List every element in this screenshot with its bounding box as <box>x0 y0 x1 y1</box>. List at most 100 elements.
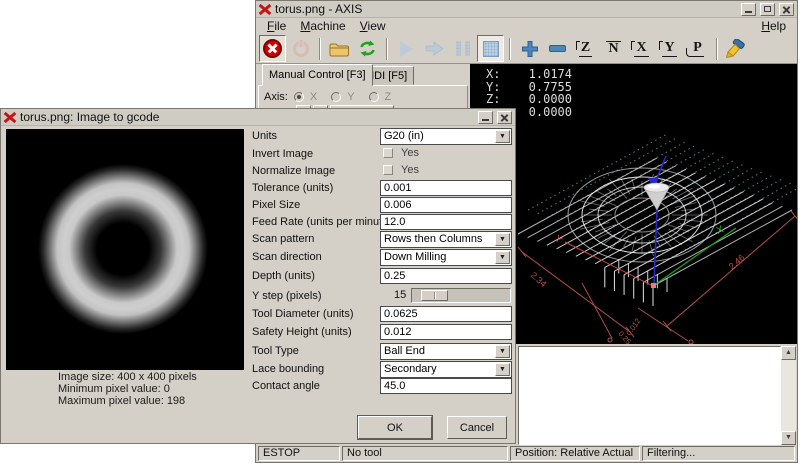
tool-diameter-input[interactable]: 0.0625 <box>380 306 512 322</box>
view-z-button[interactable]: Z <box>572 35 599 62</box>
scan-pattern-value: Rows then Columns <box>384 233 482 245</box>
dialog-titlebar[interactable]: torus.png: Image to gcode <box>1 109 515 126</box>
feed-rate-label: Feed Rate (units per minute) <box>252 216 392 228</box>
menu-view[interactable]: View <box>353 19 393 33</box>
axis-titlebar[interactable]: torus.png - AXIS <box>256 1 797 18</box>
tool-type-select[interactable]: Ball End ▼ <box>380 343 512 360</box>
stop-button[interactable] <box>477 35 504 62</box>
pause-button[interactable] <box>449 35 476 62</box>
machine-power-button[interactable] <box>287 35 314 62</box>
dro-value: 1.0174 <box>516 68 572 81</box>
view-z-rotated-button[interactable]: N <box>600 35 627 62</box>
view-x-icon: X <box>634 41 648 57</box>
zoom-in-icon <box>521 40 539 58</box>
tool-type-control-area: Ball End ▼ <box>380 343 512 360</box>
step-arrow-icon <box>425 41 444 56</box>
clear-plot-brush-icon <box>725 39 748 59</box>
pixel-size-input[interactable]: 0.006 <box>380 197 512 213</box>
lace-bounding-label: Lace bounding <box>252 363 324 375</box>
dropdown-arrow-icon[interactable]: ▼ <box>495 251 510 264</box>
menu-machine[interactable]: Machine <box>293 19 352 33</box>
safety-height-label: Safety Height (units) <box>252 326 352 338</box>
close-button[interactable] <box>779 3 794 16</box>
tool-type-value: Ball End <box>384 345 425 357</box>
image-info-line: Image size: 400 x 400 pixels <box>58 371 197 383</box>
invert-image-checkbox[interactable] <box>383 148 393 158</box>
toolbar-separator <box>509 38 511 60</box>
view-perspective-button[interactable]: P <box>684 35 711 62</box>
dialog-minimize-button[interactable] <box>478 111 493 124</box>
power-icon <box>293 41 309 57</box>
dropdown-arrow-icon[interactable]: ▼ <box>495 363 510 376</box>
open-file-button[interactable] <box>326 35 353 62</box>
y-step-slider-handle[interactable] <box>421 290 448 301</box>
scan-pattern-select[interactable]: Rows then Columns ▼ <box>380 231 512 248</box>
invert-image-checkbox-label: Yes <box>401 147 419 159</box>
scan-direction-control-area: Down Milling▼ <box>380 249 512 266</box>
ok-button[interactable]: OK <box>358 416 432 439</box>
clear-plot-button[interactable] <box>723 35 750 62</box>
normalize-image-checkbox[interactable] <box>383 165 393 175</box>
preview-canvas[interactable]: X:1.0174Y:0.7755Z:0.00000.0000 YX2.342.4… <box>470 64 797 344</box>
run-button[interactable] <box>393 35 420 62</box>
contact-angle-input[interactable]: 45.0 <box>380 378 512 394</box>
minimize-button[interactable] <box>741 3 756 16</box>
scan-direction-select[interactable]: Down Milling▼ <box>380 249 512 266</box>
status-cell-1: ESTOP <box>258 446 340 461</box>
menu-file[interactable]: File <box>260 19 293 33</box>
reload-button[interactable] <box>354 35 381 62</box>
safety-height-input[interactable]: 0.012 <box>380 324 512 340</box>
svg-text:2.34: 2.34 <box>529 270 549 289</box>
dialog-close-button[interactable] <box>497 111 512 124</box>
view-y-button[interactable]: Y <box>656 35 683 62</box>
dropdown-arrow-icon[interactable]: ▼ <box>495 345 510 358</box>
torus-image-preview <box>6 129 244 370</box>
view-p-icon: P <box>691 41 704 57</box>
gcode-text-area[interactable] <box>518 346 781 445</box>
status-cell-3: Position: Relative Actual <box>510 446 640 461</box>
step-button[interactable] <box>421 35 448 62</box>
axis-radio-y[interactable] <box>331 92 341 102</box>
units-value: G20 (in) <box>384 130 424 142</box>
vertical-scrollbar[interactable]: ▲ ▼ <box>781 346 796 445</box>
tolerance-input[interactable]: 0.001 <box>380 180 512 196</box>
status-cell-2: No tool <box>342 446 508 461</box>
units-select[interactable]: G20 (in) ▼ <box>380 128 512 145</box>
tolerance-label: Tolerance (units) <box>252 182 333 194</box>
svg-text:2.46: 2.46 <box>727 252 747 271</box>
axis-radio-label-y: Y <box>347 91 354 103</box>
scan-direction-label: Scan direction <box>252 251 322 263</box>
menu-help[interactable]: Help <box>754 19 793 33</box>
scroll-down-arrow[interactable]: ▼ <box>781 431 796 445</box>
axis-radio-z[interactable] <box>369 92 379 102</box>
maximize-button[interactable] <box>760 3 775 16</box>
depth-input[interactable]: 0.25 <box>380 268 512 284</box>
dropdown-arrow-icon[interactable]: ▼ <box>495 130 510 143</box>
units-label: Units <box>252 130 277 142</box>
y-step-slider[interactable] <box>411 288 511 303</box>
svg-text:0.012: 0.012 <box>624 317 642 338</box>
toolbar: ZNXYP <box>256 34 797 64</box>
dropdown-arrow-icon[interactable]: ▼ <box>495 233 510 246</box>
feed-rate-input[interactable]: 12.0 <box>380 214 512 230</box>
units-control-area: G20 (in) ▼ <box>380 128 512 145</box>
dro-line: X:1.0174 <box>486 68 572 81</box>
toolbar-separator <box>716 38 718 60</box>
axis-radio-x[interactable] <box>294 92 304 102</box>
tab-manual-control-f3-[interactable]: Manual Control [F3] <box>262 64 373 86</box>
estop-button[interactable] <box>259 35 286 62</box>
view-x-button[interactable]: X <box>628 35 655 62</box>
gcode-area-wrap: ▲ ▼ <box>470 344 797 447</box>
pixel-size-control-area: 0.006 <box>380 197 512 214</box>
zoom-in-button[interactable] <box>516 35 543 62</box>
reload-icon <box>358 40 377 57</box>
zoom-out-button[interactable] <box>544 35 571 62</box>
tool-type-label: Tool Type <box>252 345 299 357</box>
safety-height-control-area: 0.012 <box>380 324 512 341</box>
pixel-size-label: Pixel Size <box>252 199 300 211</box>
scroll-up-arrow[interactable]: ▲ <box>781 346 796 360</box>
lace-bounding-select[interactable]: Secondary▼ <box>380 361 512 378</box>
depth-control-area: 0.25 <box>380 268 512 285</box>
image-info: Image size: 400 x 400 pixelsMinimum pixe… <box>58 371 197 407</box>
cancel-button[interactable]: Cancel <box>447 416 507 439</box>
